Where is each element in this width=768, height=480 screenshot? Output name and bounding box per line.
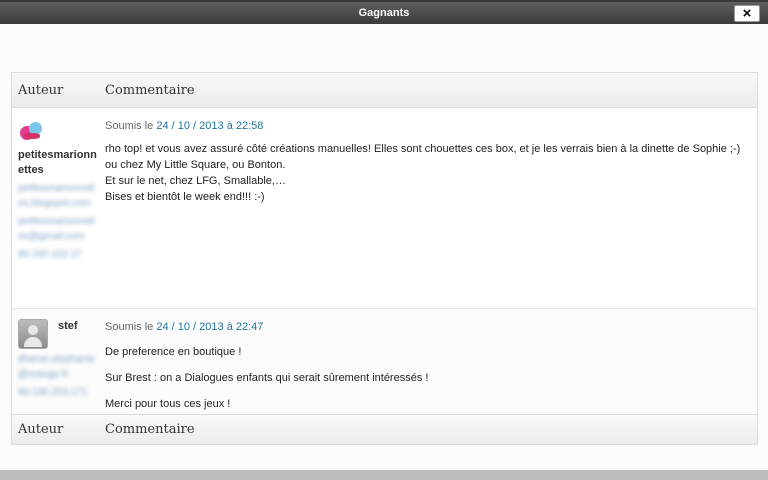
comment-paragraph: Merci pour tous ces jeux !: [105, 398, 231, 410]
header-comment[interactable]: Commentaire: [100, 83, 195, 98]
author-cell: stef dherve.stephanie@orange.fr 90.135.2…: [12, 309, 100, 414]
comment-meta: Soumis le 24 / 10 / 2013 à 22:58: [105, 120, 264, 132]
comment-line: Bises et bientôt le week end!!! :-): [105, 191, 265, 203]
default-avatar-icon: [18, 319, 48, 349]
table-row: petitesmarionnettes petitesmarionnettes.…: [12, 108, 757, 309]
footer-comment[interactable]: Commentaire: [100, 422, 195, 437]
author-name: petitesmarionnettes: [18, 149, 97, 176]
comment-line: rho top! et vous avez assuré côté créati…: [105, 143, 741, 171]
comment-cell: Soumis le 24 / 10 / 2013 à 22:47 De pref…: [100, 309, 757, 414]
winners-dialog: Gagnants × Auteur Commentaire petitesmar…: [0, 2, 768, 471]
comment-line: Et sur le net, chez LFG, Smallable,…: [105, 175, 286, 187]
author-cell: petitesmarionnettes petitesmarionnettes.…: [12, 108, 100, 308]
table-footer: Auteur Commentaire: [12, 414, 757, 444]
bird-avatar-icon: [18, 118, 44, 144]
author-name: stef: [58, 320, 78, 332]
author-ip[interactable]: 90.160.102.27: [18, 247, 100, 262]
table-header: Auteur Commentaire: [12, 73, 757, 108]
page-backdrop-bottom: [0, 470, 768, 480]
comment-date-link[interactable]: 24 / 10 / 2013 à 22:58: [156, 120, 263, 132]
comment-paragraph: De preference en boutique !: [105, 346, 242, 358]
author-email[interactable]: dherve.stephanie@orange.fr: [18, 352, 100, 382]
header-author[interactable]: Auteur: [12, 83, 100, 98]
dialog-title: Gagnants: [358, 7, 410, 19]
close-button[interactable]: ×: [734, 5, 760, 22]
table-body: petitesmarionnettes petitesmarionnettes.…: [12, 108, 757, 414]
comment-date-link[interactable]: 24 / 10 / 2013 à 22:47: [156, 321, 263, 333]
comment-paragraph: Sur Brest : on a Dialogues enfants qui s…: [105, 372, 429, 384]
author-email[interactable]: petitesmarionnettes@gmail.com: [18, 214, 100, 244]
comment-meta: Soumis le 24 / 10 / 2013 à 22:47: [105, 321, 264, 333]
author-ip[interactable]: 90.135.253.171: [18, 385, 100, 400]
dialog-titlebar: Gagnants ×: [0, 2, 768, 24]
footer-author[interactable]: Auteur: [12, 422, 100, 437]
comment-cell: Soumis le 24 / 10 / 2013 à 22:58 rho top…: [100, 108, 757, 308]
table-row: stef dherve.stephanie@orange.fr 90.135.2…: [12, 309, 757, 414]
comments-table: Auteur Commentaire petitesmarionnettes p…: [11, 72, 758, 445]
author-url[interactable]: petitesmarionnettes.blogspot.com: [18, 181, 100, 211]
